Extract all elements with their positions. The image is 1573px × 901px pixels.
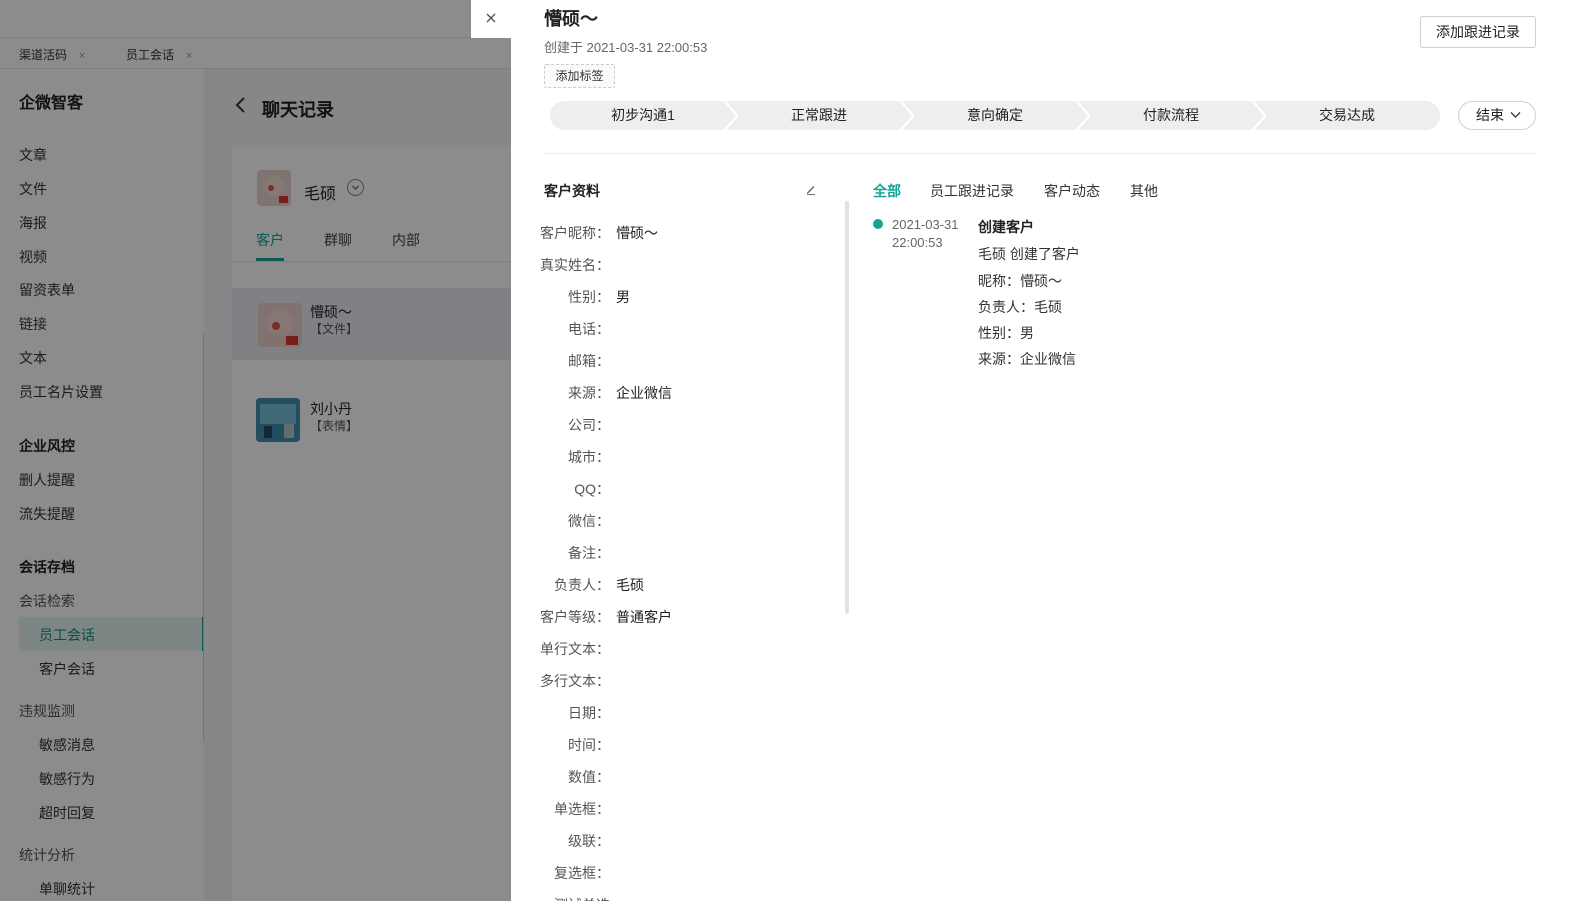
drawer-close-button[interactable]: [471, 0, 511, 38]
stage-step[interactable]: 正常跟进: [726, 101, 912, 130]
timeline-line: 来源：企业微信: [978, 351, 1076, 367]
timeline-dot: [873, 219, 883, 229]
profile-field-label: 客户等级：: [540, 609, 610, 625]
chevron-down-icon: [1510, 112, 1521, 118]
profile-field-label: 邮箱：: [568, 353, 610, 369]
profile-field-label: 时间：: [568, 737, 610, 753]
timeline-clock: 22:00:53: [892, 235, 943, 250]
timeline-line: 负责人：毛硕: [978, 299, 1062, 315]
tab-employee-follow[interactable]: 员工跟进记录: [930, 181, 1014, 201]
profile-field-value: 男: [616, 289, 630, 305]
end-label: 结束: [1476, 107, 1504, 123]
timeline-line: 昵称：懵硕～: [978, 273, 1062, 289]
stage-step[interactable]: 付款流程: [1078, 101, 1264, 130]
timeline-date: 2021-03-31: [892, 217, 959, 232]
profile-field-label: 数值：: [568, 769, 610, 785]
tab-all[interactable]: 全部: [873, 181, 901, 201]
profile-field-label: 来源：: [568, 385, 610, 401]
profile-section-title: 客户资料: [544, 183, 600, 199]
profile-field-label: 单选框：: [554, 801, 610, 817]
timeline-title: 创建客户: [978, 219, 1034, 235]
stage-step[interactable]: 初步沟通1: [550, 101, 736, 130]
profile-field-label: QQ：: [574, 481, 610, 497]
profile-field-label: 单行文本：: [540, 641, 610, 657]
stage-step[interactable]: 交易达成: [1254, 101, 1440, 130]
timeline-line: 毛硕 创建了客户: [978, 246, 1080, 262]
profile-field-value: 懵硕～: [616, 225, 658, 241]
add-follow-record-button[interactable]: 添加跟进记录: [1420, 16, 1536, 48]
tab-other[interactable]: 其他: [1130, 181, 1158, 201]
stage-step[interactable]: 意向确定: [902, 101, 1088, 130]
profile-field-value: 企业微信: [616, 385, 672, 401]
profile-field-label: 日期：: [568, 705, 610, 721]
add-tag-button[interactable]: 添加标签: [544, 64, 615, 88]
tab-customer-activity[interactable]: 客户动态: [1044, 181, 1100, 201]
edit-icon[interactable]: [805, 183, 817, 195]
created-time: 创建于 2021-03-31 22:00:53: [544, 40, 708, 55]
profile-field-label: 客户昵称：: [540, 225, 610, 241]
profile-scrollbar[interactable]: [845, 201, 849, 614]
profile-field-label: 微信：: [568, 513, 610, 529]
stage-progress: 初步沟通1 正常跟进 意向确定 付款流程 交易达成: [550, 101, 1440, 130]
timeline-time: 2021-03-31 22:00:53: [892, 216, 972, 252]
profile-field-label: 备注：: [568, 545, 610, 561]
profile-field-label: 多行文本：: [540, 673, 610, 689]
end-stage-dropdown[interactable]: 结束: [1458, 101, 1536, 130]
profile-field-label: 性别：: [568, 289, 610, 305]
profile-field-label: 负责人：: [554, 577, 610, 593]
customer-detail-drawer: 懵硕～ 创建于 2021-03-31 22:00:53 添加标签 添加跟进记录 …: [511, 0, 1573, 901]
profile-field-label: 测试单选: [554, 895, 610, 901]
profile-field-label: 电话：: [568, 321, 610, 337]
profile-field-label: 公司：: [568, 417, 610, 433]
timeline-line: 性别：男: [978, 325, 1034, 341]
profile-field-label: 复选框：: [554, 865, 610, 881]
divider: [544, 153, 1536, 154]
profile-field-label: 城市：: [568, 449, 610, 465]
profile-field-label: 级联：: [568, 833, 610, 849]
profile-field-label: 真实姓名：: [540, 257, 610, 273]
customer-title: 懵硕～: [544, 9, 598, 29]
profile-field-value: 毛硕: [616, 577, 644, 593]
close-icon[interactable]: [484, 11, 498, 25]
profile-field-value: 普通客户: [616, 609, 672, 625]
